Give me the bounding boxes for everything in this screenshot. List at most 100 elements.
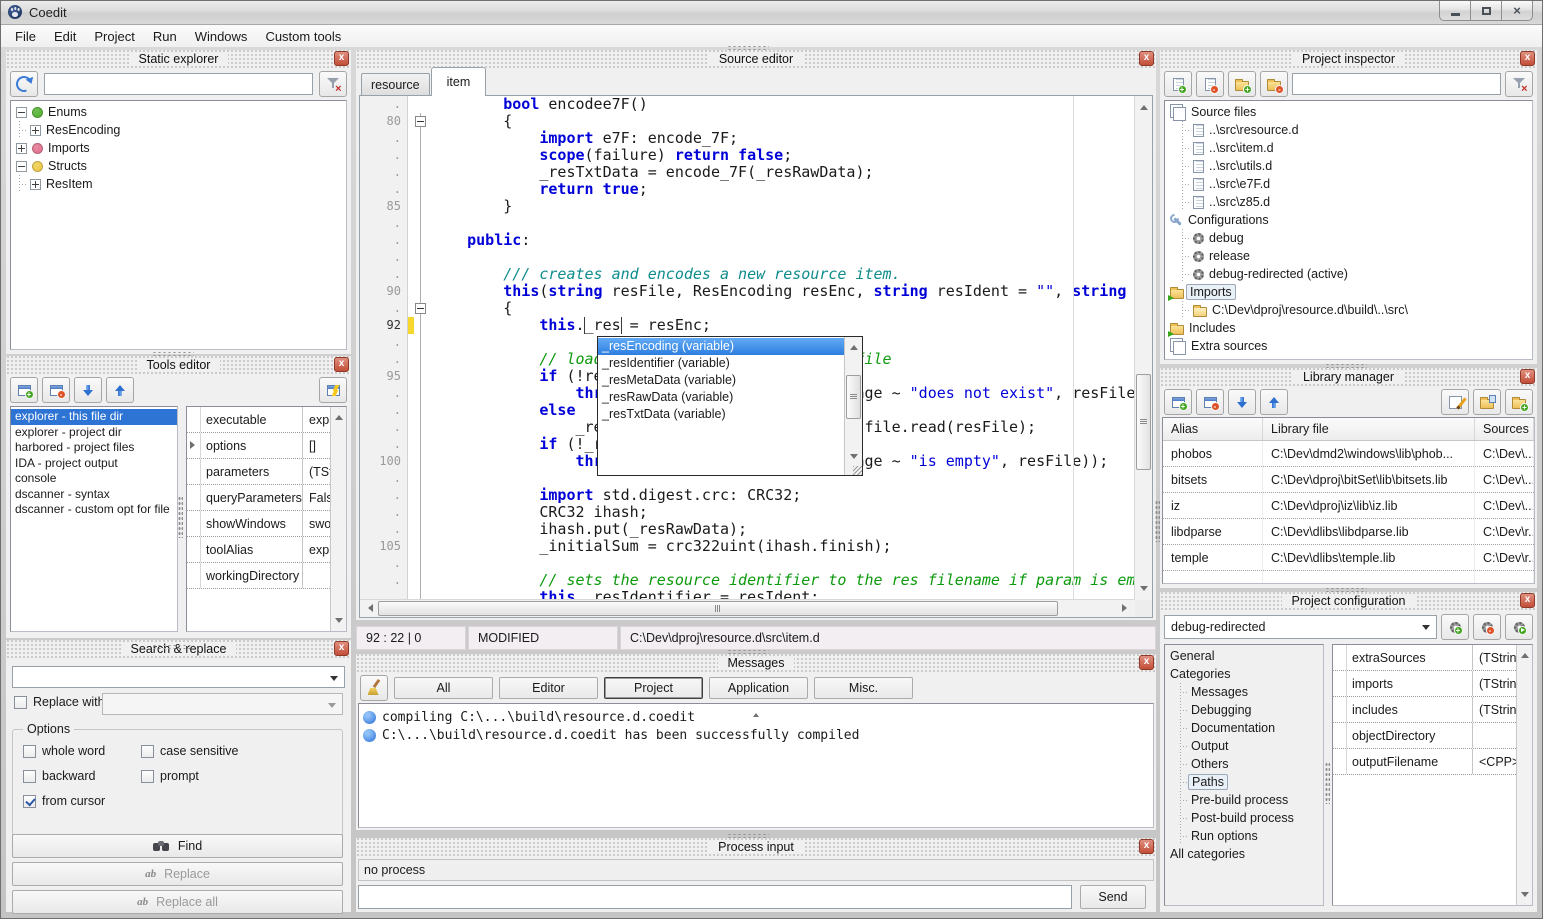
category-item[interactable]: Run options <box>1165 827 1323 845</box>
clear-filter-button[interactable] <box>1505 71 1533 97</box>
column-header[interactable]: Sources ... <box>1475 418 1534 440</box>
code-line[interactable]: . scope(failure) return false; <box>360 147 1135 164</box>
project-tree-item[interactable]: release <box>1165 247 1532 265</box>
fold-collapse-icon[interactable] <box>415 303 426 314</box>
property-row[interactable]: outputFilename<CPP>..\ <box>1333 749 1532 775</box>
property-row[interactable]: includes(TStringL <box>1333 697 1532 723</box>
grid-scrollbar[interactable] <box>1516 645 1532 905</box>
clear-messages-button[interactable] <box>360 675 388 701</box>
code-line[interactable]: 105 _initialSum = crc322uint(ihash.finis… <box>360 538 1135 555</box>
expand-icon[interactable] <box>30 179 41 190</box>
category-item[interactable]: Others <box>1165 755 1323 773</box>
scroll-up-arrow[interactable] <box>335 411 343 420</box>
category-item[interactable]: Output <box>1165 737 1323 755</box>
minimize-button[interactable] <box>1439 0 1471 21</box>
project-tree-item[interactable]: ..\src\utils.d <box>1165 157 1532 175</box>
expander-arrow-icon[interactable] <box>190 441 195 449</box>
vertical-scrollbar[interactable] <box>1134 96 1152 600</box>
symbol-tree-item[interactable]: ResItem <box>11 175 346 193</box>
filter-application[interactable]: Application <box>709 677 808 699</box>
code-line[interactable]: . ihash.put(_resRawData); <box>360 521 1135 538</box>
messages-header[interactable]: Messages x <box>356 654 1156 672</box>
splitter[interactable] <box>1325 363 1367 368</box>
project-tree-item[interactable]: ..\src\e7F.d <box>1165 175 1532 193</box>
project-tree-item[interactable]: Extra sources <box>1165 337 1532 355</box>
library-row[interactable]: phobosC:\Dev\dmd2\windows\lib\phob...C:\… <box>1163 441 1534 467</box>
code-line[interactable]: . { <box>360 300 1135 317</box>
grid-scrollbar[interactable] <box>330 407 346 631</box>
title-bar[interactable]: Coedit × <box>0 0 1543 25</box>
add-file-button[interactable] <box>1164 71 1192 97</box>
move-library-up-button[interactable] <box>1260 389 1288 415</box>
scroll-up-arrow[interactable] <box>1521 649 1529 658</box>
search-term-combo[interactable] <box>12 666 345 688</box>
project-tree-item[interactable]: Imports <box>1165 283 1532 301</box>
tool-list-item[interactable]: explorer - project dir <box>11 425 177 441</box>
symbol-tree-item[interactable]: Imports <box>11 139 346 157</box>
panel-close-button[interactable]: x <box>1139 51 1154 66</box>
tool-list-item[interactable]: IDA - project output <box>11 456 177 472</box>
code-line[interactable]: . public: <box>360 232 1135 249</box>
fold-collapse-icon[interactable] <box>415 116 426 127</box>
project-inspector-header[interactable]: Project inspector x <box>1160 50 1537 68</box>
menu-edit[interactable]: Edit <box>45 27 85 46</box>
splitter[interactable] <box>1325 587 1367 592</box>
completion-item[interactable]: _resRawData (variable) <box>598 389 844 406</box>
add-tool-button[interactable] <box>10 377 38 403</box>
library-row[interactable]: libdparseC:\Dev\dlibs\libdparse.libC:\De… <box>1163 519 1534 545</box>
tool-list-item[interactable]: console <box>11 471 177 487</box>
symbol-tree-item[interactable]: Enums <box>11 103 346 121</box>
close-button[interactable]: × <box>1501 0 1533 21</box>
remove-folder-button[interactable] <box>1260 71 1288 97</box>
scroll-down-arrow[interactable] <box>335 618 343 627</box>
menu-project[interactable]: Project <box>85 27 143 46</box>
panel-close-button[interactable]: x <box>334 641 349 656</box>
scroll-right-arrow[interactable] <box>1122 604 1131 612</box>
category-item[interactable]: Post-build process <box>1165 809 1323 827</box>
from-cursor-checkbox[interactable] <box>23 795 36 808</box>
menu-run[interactable]: Run <box>144 27 186 46</box>
backward-checkbox[interactable] <box>23 770 36 783</box>
panel-close-button[interactable]: x <box>1139 839 1154 854</box>
panel-close-button[interactable]: x <box>1520 369 1535 384</box>
whole-word-checkbox[interactable] <box>23 745 36 758</box>
scroll-up-arrow[interactable] <box>753 710 759 717</box>
send-button[interactable]: Send <box>1080 885 1146 909</box>
project-tree-item[interactable]: ..\src\item.d <box>1165 139 1532 157</box>
run-tool-button[interactable] <box>319 377 347 403</box>
code-line[interactable]: 80 { <box>360 113 1135 130</box>
scroll-down-arrow[interactable] <box>850 454 858 463</box>
project-tree-item[interactable]: debug <box>1165 229 1532 247</box>
code-line[interactable]: . CRC32 ihash; <box>360 504 1135 521</box>
panel-close-button[interactable]: x <box>1520 593 1535 608</box>
filter-editor[interactable]: Editor <box>499 677 598 699</box>
category-item[interactable]: General <box>1165 647 1323 665</box>
completion-item[interactable]: _resTxtData (variable) <box>598 406 844 423</box>
category-item[interactable]: Messages <box>1165 683 1323 701</box>
panel-close-button[interactable]: x <box>334 51 349 66</box>
property-row[interactable]: objectDirectory <box>1333 723 1532 749</box>
library-manager-header[interactable]: Library manager x <box>1160 368 1537 386</box>
project-configuration-header[interactable]: Project configuration x <box>1160 592 1537 610</box>
scroll-down-arrow[interactable] <box>1140 586 1148 595</box>
tools-editor-header[interactable]: Tools editor x <box>6 356 351 374</box>
menu-custom-tools[interactable]: Custom tools <box>256 27 350 46</box>
menu-file[interactable]: File <box>6 27 45 46</box>
replace-with-checkbox[interactable] <box>14 696 27 709</box>
column-header[interactable]: Library file <box>1263 418 1475 440</box>
code-line[interactable]: . <box>360 249 1135 266</box>
scrollbar-thumb[interactable] <box>1136 374 1151 470</box>
property-row[interactable]: queryParametersFalse <box>187 485 346 511</box>
property-row[interactable]: imports(TStringL <box>1333 671 1532 697</box>
code-line[interactable]: . <box>360 215 1135 232</box>
filter-all[interactable]: All <box>394 677 493 699</box>
clone-configuration-button[interactable] <box>1505 614 1533 640</box>
remove-tool-button[interactable] <box>42 377 70 403</box>
completion-item[interactable]: _resMetaData (variable) <box>598 372 844 389</box>
property-row[interactable]: options[] <box>187 433 346 459</box>
search-replace-header[interactable]: Search & replace x <box>6 640 351 658</box>
splitter[interactable] <box>152 351 194 356</box>
splitter[interactable] <box>727 45 769 50</box>
add-library-folder-button[interactable] <box>1505 389 1533 415</box>
code-line[interactable]: 90 this(string resFile, ResEncoding resE… <box>360 283 1135 300</box>
